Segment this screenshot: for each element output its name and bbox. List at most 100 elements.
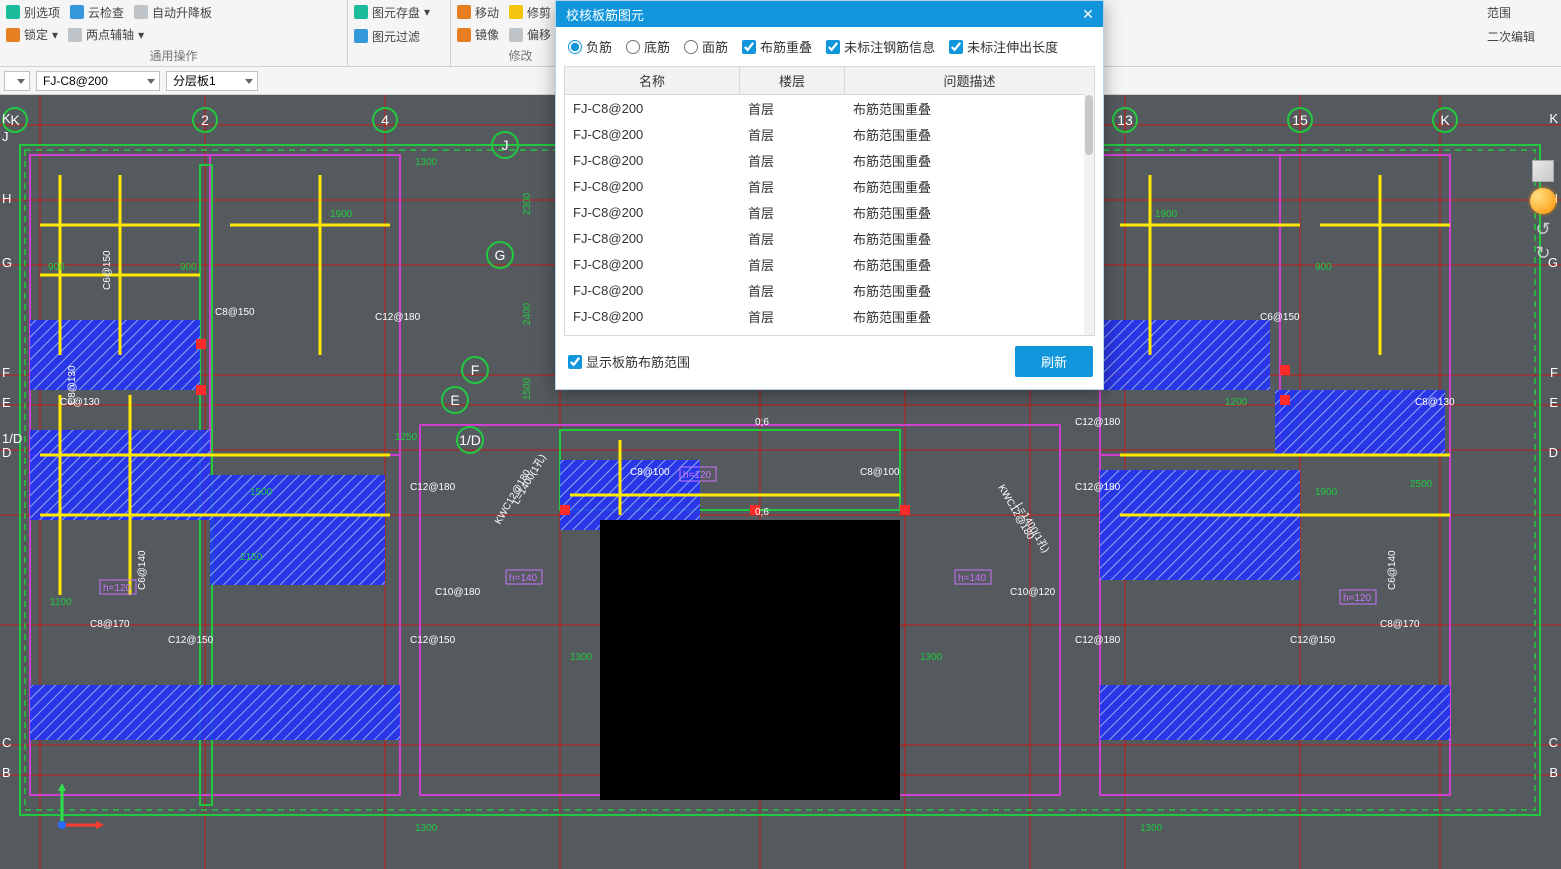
trim-icon bbox=[509, 5, 523, 19]
svg-text:2500: 2500 bbox=[1410, 479, 1433, 490]
svg-text:C10@180: C10@180 bbox=[435, 587, 481, 598]
cell-floor: 首层 bbox=[740, 255, 845, 274]
svg-text:C6@130: C6@130 bbox=[60, 397, 100, 408]
svg-text:2150: 2150 bbox=[240, 552, 263, 563]
col-issue[interactable]: 问题描述 bbox=[845, 67, 1094, 94]
check-overlap[interactable]: 布筋重叠 bbox=[742, 37, 812, 56]
orbit-icon[interactable] bbox=[1530, 188, 1556, 214]
cell-name: FJ-C8@200 bbox=[565, 257, 740, 272]
filter-icon bbox=[354, 29, 368, 43]
svg-text:1900: 1900 bbox=[330, 209, 353, 220]
ribbon-item-move[interactable]: 移动 bbox=[457, 4, 499, 21]
table-row[interactable]: FJ-C8@200首层布筋范围重叠 bbox=[565, 251, 1094, 277]
ribbon-item-cloud[interactable]: 云检查 bbox=[70, 4, 124, 21]
combo-layer[interactable]: 分层板1 bbox=[166, 71, 258, 91]
svg-text:C: C bbox=[2, 735, 11, 750]
cell-issue: 布筋范围重叠 bbox=[845, 333, 1094, 337]
table-row[interactable]: FJ-C8@200首层布筋范围重叠 bbox=[565, 147, 1094, 173]
svg-text:C6@150: C6@150 bbox=[102, 250, 113, 290]
ribbon-item-trim[interactable]: 修剪 bbox=[509, 4, 551, 21]
table-row[interactable]: FJ-C8@200首层布筋范围重叠 bbox=[565, 199, 1094, 225]
cell-name: FJ-C8@200 bbox=[565, 335, 740, 337]
svg-text:E: E bbox=[1549, 395, 1558, 410]
table-row[interactable]: FJ-C8@200首层布筋范围重叠 bbox=[565, 225, 1094, 251]
col-floor[interactable]: 楼层 bbox=[740, 67, 845, 94]
lock-icon bbox=[6, 28, 20, 42]
table-row[interactable]: FJ-C8@200首层布筋范围重叠 bbox=[565, 277, 1094, 303]
svg-text:900: 900 bbox=[1315, 262, 1332, 273]
svg-text:h=120: h=120 bbox=[103, 583, 132, 594]
filter-row: 负筋 底筋 面筋 布筋重叠 未标注钢筋信息 未标注伸出长度 bbox=[556, 27, 1103, 66]
svg-text:0;6: 0;6 bbox=[755, 417, 769, 428]
check-showrange[interactable]: 显示板筋布筋范围 bbox=[568, 352, 690, 371]
cell-issue: 布筋范围重叠 bbox=[845, 203, 1094, 222]
ribbon-item-lock[interactable]: 锁定 ▾ bbox=[6, 26, 58, 43]
svg-text:4: 4 bbox=[381, 112, 389, 128]
svg-text:1250: 1250 bbox=[395, 432, 418, 443]
svg-text:C8@170: C8@170 bbox=[1380, 619, 1420, 630]
svg-text:C: C bbox=[1549, 735, 1558, 750]
radio-bot[interactable]: 底筋 bbox=[626, 37, 670, 56]
scroll-thumb[interactable] bbox=[1085, 95, 1093, 155]
svg-text:C12@150: C12@150 bbox=[410, 635, 456, 646]
svg-text:H: H bbox=[2, 191, 11, 206]
svg-text:1300: 1300 bbox=[415, 157, 438, 168]
ribbon-item-autolift[interactable]: 自动升降板 bbox=[134, 4, 212, 21]
svg-text:h=140: h=140 bbox=[958, 573, 987, 584]
label: 自动升降板 bbox=[152, 4, 212, 21]
ribbon-item-filter[interactable]: 图元过滤 bbox=[354, 28, 420, 45]
svg-text:13: 13 bbox=[1117, 112, 1133, 128]
cell-issue: 布筋范围重叠 bbox=[845, 177, 1094, 196]
select-icon bbox=[6, 5, 20, 19]
ribbon-item-offset[interactable]: 偏移 bbox=[509, 26, 551, 43]
ribbon-item-mirror[interactable]: 镜像 bbox=[457, 26, 499, 43]
label: 偏移 bbox=[527, 26, 551, 43]
svg-text:J: J bbox=[2, 129, 9, 144]
redo-icon[interactable]: ↻ bbox=[1535, 244, 1550, 262]
ribbon-item-secondedit[interactable]: 二次编辑 bbox=[1487, 28, 1535, 45]
label: 云检查 bbox=[88, 4, 124, 21]
grid-header: 名称 楼层 问题描述 bbox=[565, 67, 1094, 95]
col-name[interactable]: 名称 bbox=[565, 67, 740, 94]
svg-text:G: G bbox=[495, 247, 506, 263]
svg-text:L=1400(1孔): L=1400(1孔) bbox=[510, 452, 548, 506]
radio-top[interactable]: 面筋 bbox=[684, 37, 728, 56]
table-row[interactable]: FJ-C8@200首层布筋范围重叠 bbox=[565, 303, 1094, 329]
ribbon-item-save[interactable]: 图元存盘 ▾ bbox=[354, 4, 430, 21]
cell-floor: 首层 bbox=[740, 125, 845, 144]
combo-rebar[interactable]: FJ-C8@200 bbox=[36, 71, 160, 91]
radio-neg[interactable]: 负筋 bbox=[568, 37, 612, 56]
check-norebarinfo[interactable]: 未标注钢筋信息 bbox=[826, 37, 935, 56]
refresh-button[interactable]: 刷新 bbox=[1015, 346, 1093, 377]
grid-scrollbar[interactable] bbox=[1084, 93, 1094, 335]
ribbon-item-select[interactable]: 别选项 bbox=[6, 4, 60, 21]
svg-text:F: F bbox=[1550, 365, 1558, 380]
svg-text:C12@180: C12@180 bbox=[410, 482, 456, 493]
svg-text:1100: 1100 bbox=[50, 597, 72, 608]
table-row[interactable]: FJ-C8@200首层布筋范围重叠 bbox=[565, 121, 1094, 147]
cell-floor: 首层 bbox=[740, 229, 845, 248]
table-row[interactable]: FJ-C8@200首层布筋范围重叠 bbox=[565, 173, 1094, 199]
mirror-icon bbox=[457, 28, 471, 42]
ribbon-item-range[interactable]: 范围 bbox=[1487, 4, 1511, 21]
cloud-icon bbox=[70, 5, 84, 19]
svg-text:E: E bbox=[450, 392, 459, 408]
svg-text:900: 900 bbox=[48, 262, 65, 273]
svg-text:C8@130: C8@130 bbox=[1415, 397, 1455, 408]
close-icon[interactable]: ✕ bbox=[1079, 5, 1097, 23]
label: 移动 bbox=[475, 4, 499, 21]
svg-text:1300: 1300 bbox=[1140, 823, 1163, 834]
cell-issue: 布筋范围重叠 bbox=[845, 281, 1094, 300]
viewcube-icon[interactable] bbox=[1532, 160, 1554, 182]
combo-blank[interactable] bbox=[4, 71, 30, 91]
undo-icon[interactable]: ↺ bbox=[1535, 220, 1550, 238]
svg-text:B: B bbox=[1549, 765, 1558, 780]
svg-text:D: D bbox=[2, 445, 11, 460]
table-row[interactable]: FJ-C8@200首层布筋范围重叠 bbox=[565, 329, 1094, 336]
check-noextlen[interactable]: 未标注伸出长度 bbox=[949, 37, 1058, 56]
ucs-triad bbox=[58, 783, 104, 829]
ribbon-item-twopt[interactable]: 两点辅轴 ▾ bbox=[68, 26, 144, 43]
svg-text:G: G bbox=[2, 255, 12, 270]
dialog-titlebar[interactable]: 校核板筋图元 ✕ bbox=[556, 1, 1103, 27]
table-row[interactable]: FJ-C8@200首层布筋范围重叠 bbox=[565, 95, 1094, 121]
